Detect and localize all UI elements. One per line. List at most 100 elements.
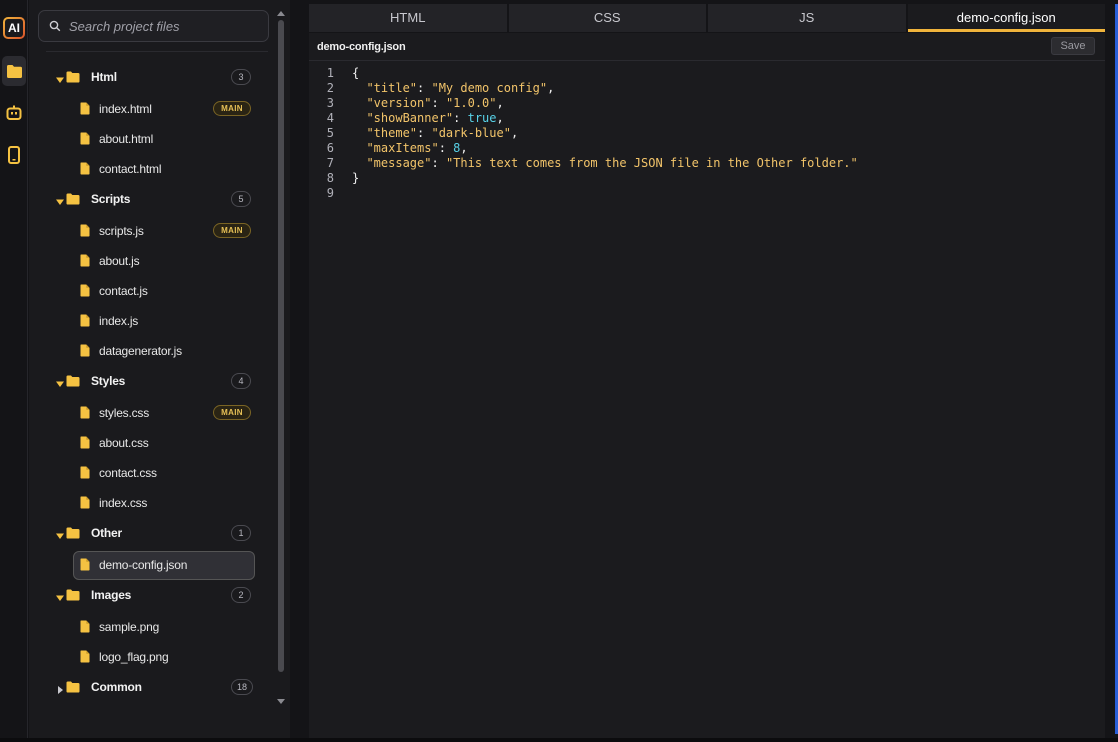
folder-name: Scripts xyxy=(91,192,131,206)
folder-icon xyxy=(66,526,80,544)
chevron-down-icon[interactable] xyxy=(55,528,65,539)
file-item[interactable]: scripts.js MAIN xyxy=(29,216,273,246)
app-logo: AI xyxy=(3,17,25,39)
file-tree: Html 3 index.html MAIN about.html contact.htm… xyxy=(29,62,273,704)
code-token: "maxItems" xyxy=(366,141,439,155)
file-item[interactable]: about.html xyxy=(29,124,273,154)
chevron-right-icon[interactable] xyxy=(55,682,65,694)
editor-tabs: HTML CSS JS demo-config.json xyxy=(309,4,1105,32)
folder-name: Html xyxy=(91,70,117,84)
file-name: logo_flag.png xyxy=(99,650,169,664)
save-button[interactable]: Save xyxy=(1051,37,1095,55)
bottom-bar xyxy=(0,738,1118,742)
folder-name: Common xyxy=(91,680,142,694)
code-token: : xyxy=(417,81,432,95)
chevron-down-icon[interactable] xyxy=(55,194,65,205)
code-text: "showBanner": true, xyxy=(352,111,503,126)
file-item[interactable]: styles.css MAIN xyxy=(29,398,273,428)
folder-common[interactable]: Common 18 xyxy=(29,672,273,704)
file-name: styles.css xyxy=(99,406,150,420)
code-line: 8} xyxy=(309,171,1105,186)
code-text: { xyxy=(352,66,359,81)
tab-js[interactable]: JS xyxy=(708,4,906,32)
code-token: "dark-blue" xyxy=(431,126,511,140)
rail-mobile-preview-button[interactable] xyxy=(2,140,26,170)
file-item[interactable]: index.html MAIN xyxy=(29,94,273,124)
file-name: scripts.js xyxy=(99,224,144,238)
file-icon xyxy=(80,314,90,332)
file-name: demo-config.json xyxy=(99,558,188,572)
code-token: "This text comes from the JSON file in t… xyxy=(445,156,858,170)
file-name: contact.css xyxy=(99,466,157,480)
file-name: index.js xyxy=(99,314,139,328)
folder-count-badge: 18 xyxy=(231,679,254,695)
file-name: contact.html xyxy=(99,162,162,176)
search-input[interactable] xyxy=(69,18,249,34)
search-icon xyxy=(49,20,61,32)
tab-html[interactable]: HTML xyxy=(309,4,507,32)
file-item[interactable]: about.css xyxy=(29,428,273,458)
file-name: about.css xyxy=(99,436,149,450)
code-token: , xyxy=(547,81,555,95)
folder-count-badge: 2 xyxy=(231,587,251,603)
folder-icon xyxy=(66,588,80,606)
code-token: : xyxy=(431,96,446,110)
file-item[interactable]: sample.png xyxy=(29,612,273,642)
robot-icon xyxy=(6,105,22,120)
line-number: 1 xyxy=(326,66,334,80)
tab-css[interactable]: CSS xyxy=(508,4,706,32)
file-item[interactable]: datagenerator.js xyxy=(29,336,273,366)
file-item[interactable]: contact.html xyxy=(29,154,273,184)
code-token: "message" xyxy=(366,156,432,170)
file-item[interactable]: demo-config.json xyxy=(29,550,273,580)
code-line: 9 xyxy=(309,186,1105,201)
folder-icon xyxy=(66,374,80,392)
file-icon xyxy=(80,406,90,424)
file-item[interactable]: index.css xyxy=(29,488,273,518)
code-editor[interactable]: demo-config.json Save 1{2 "title": "My d… xyxy=(309,33,1105,738)
chevron-down-icon[interactable] xyxy=(55,590,65,601)
folder-scripts[interactable]: Scripts 5 xyxy=(29,184,273,216)
search-box[interactable] xyxy=(38,10,269,42)
scroll-up-arrow-icon[interactable] xyxy=(277,10,285,18)
file-icon xyxy=(80,620,90,638)
file-icon xyxy=(80,436,90,454)
app-logo-text: AI xyxy=(5,19,23,37)
code-content[interactable]: 1{2 "title": "My demo config", 3 "version… xyxy=(309,66,1105,201)
folder-html[interactable]: Html 3 xyxy=(29,62,273,94)
file-item[interactable]: contact.js xyxy=(29,276,273,306)
file-item[interactable]: about.js xyxy=(29,246,273,276)
file-item[interactable]: index.js xyxy=(29,306,273,336)
sidebar-scrollbar-thumb[interactable] xyxy=(278,20,284,672)
code-text: "version": "1.0.0", xyxy=(352,96,504,111)
file-icon xyxy=(80,102,90,120)
folder-name: Other xyxy=(91,526,123,540)
code-token: "title" xyxy=(366,81,418,95)
code-token: : xyxy=(417,126,432,140)
scroll-down-arrow-icon[interactable] xyxy=(277,697,285,705)
file-item[interactable]: contact.css xyxy=(29,458,273,488)
code-token: , xyxy=(460,141,468,155)
chevron-down-icon[interactable] xyxy=(55,376,65,387)
file-item[interactable]: logo_flag.png xyxy=(29,642,273,672)
rail-explorer-button[interactable] xyxy=(2,56,26,86)
chevron-down-icon[interactable] xyxy=(55,72,65,83)
code-line: 1{ xyxy=(309,66,1105,81)
main-file-badge: MAIN xyxy=(213,223,251,238)
file-name: about.js xyxy=(99,254,140,268)
file-name: datagenerator.js xyxy=(99,344,182,358)
code-token: , xyxy=(496,96,504,110)
tab-demo-config-json[interactable]: demo-config.json xyxy=(907,4,1105,32)
editor-area: HTML CSS JS demo-config.json demo-config.js… xyxy=(290,0,1118,738)
folder-images[interactable]: Images 2 xyxy=(29,580,273,612)
code-token: { xyxy=(352,66,360,80)
line-number: 6 xyxy=(326,141,334,155)
folder-styles[interactable]: Styles 4 xyxy=(29,366,273,398)
file-icon xyxy=(80,650,90,668)
folder-other[interactable]: Other 1 xyxy=(29,518,273,550)
rail-assistant-button[interactable] xyxy=(2,97,26,127)
file-name: index.css xyxy=(99,496,148,510)
